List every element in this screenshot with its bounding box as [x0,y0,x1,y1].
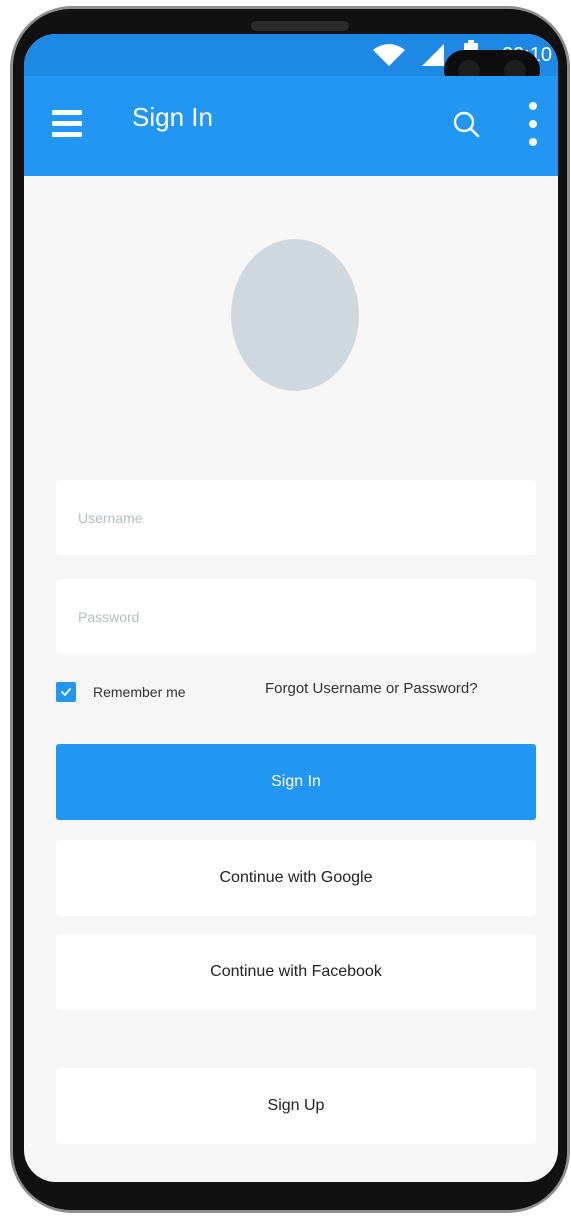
avatar [231,239,359,391]
continue-with-facebook-button[interactable]: Continue with Facebook [56,934,536,1010]
search-icon[interactable] [452,110,482,140]
password-input[interactable] [56,579,536,654]
checkbox-checked[interactable] [56,682,76,702]
status-bar: 22:10 [24,34,558,90]
more-vert-icon[interactable] [522,102,544,150]
earpiece-speaker [251,21,349,31]
remember-me-checkbox[interactable]: Remember me [56,682,186,702]
continue-with-google-button[interactable]: Continue with Google [56,840,536,916]
username-input[interactable] [56,480,536,555]
app-bar: Sign In [24,76,558,176]
menu-icon[interactable] [52,110,84,142]
signal-icon [422,44,444,66]
check-icon [61,688,71,696]
page-title: Sign In [132,102,213,132]
forgot-credentials-link[interactable]: Forgot Username or Password? [265,680,478,697]
sign-in-button[interactable]: Sign In [56,744,536,820]
sign-up-button[interactable]: Sign Up [56,1068,536,1144]
wifi-icon [373,44,405,66]
remember-me-label: Remember me [93,684,186,700]
screen: 22:10 Sign In Remember m [24,34,558,1182]
